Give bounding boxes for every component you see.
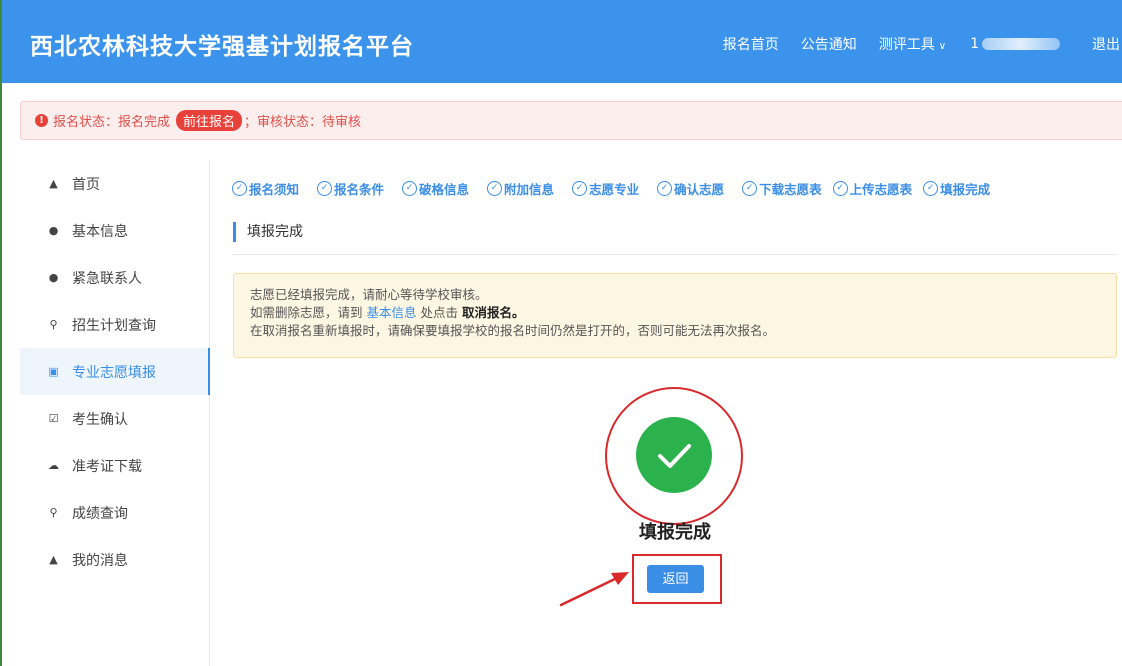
success-text: 填报完成 <box>639 522 711 543</box>
section-title: 填报完成 <box>233 222 303 242</box>
sidebar-item-basic-info[interactable]: ● 基本信息 <box>20 207 209 254</box>
sidebar-item-label: 紧急联系人 <box>72 270 142 287</box>
notice-line-2-text: 如需删除志愿，请到 <box>250 305 367 320</box>
user-name[interactable]: 1 <box>970 36 1060 52</box>
sidebar-item-messages[interactable]: ▲ 我的消息 <box>20 536 209 583</box>
notice-line-2-text: 处点击 <box>416 305 462 320</box>
sidebar-item-home[interactable]: ▲ 首页 <box>20 160 209 207</box>
step-label: 确认志愿 <box>674 181 725 197</box>
user-icon: ● <box>48 271 59 284</box>
step-item: ✓ 确认志愿 <box>657 179 724 198</box>
sidebar-item-admission-ticket[interactable]: ☁ 准考证下载 <box>20 442 209 489</box>
success-check-icon <box>636 417 712 493</box>
step-item: ✓ 上传志愿表 <box>832 179 913 198</box>
check-circle-icon: ✓ <box>657 180 673 196</box>
nav-tools-dropdown[interactable]: 测评工具 ∨ <box>879 34 946 54</box>
alert-icon: ! <box>35 114 48 127</box>
check-circle-icon: ✓ <box>317 180 333 196</box>
step-label: 破格信息 <box>419 181 470 197</box>
sidebar-item-plan-query[interactable]: ⚲ 招生计划查询 <box>20 301 209 348</box>
logout-link[interactable]: 退出 <box>1092 34 1120 54</box>
sidebar-item-label: 成绩查询 <box>72 505 128 522</box>
go-register-button[interactable]: 前往报名 <box>176 110 243 131</box>
check-circle-icon: ✓ <box>742 180 758 196</box>
nav-home-link[interactable]: 报名首页 <box>723 34 779 54</box>
sidebar-item-label: 准考证下载 <box>72 458 142 475</box>
step-item: ✓ 报名条件 <box>317 179 384 198</box>
step-item: ✓ 报名须知 <box>232 179 299 198</box>
annotation-arrow-icon <box>559 572 629 607</box>
sidebar-item-label: 首页 <box>72 176 100 193</box>
search-icon: ⚲ <box>49 506 58 519</box>
check-circle-icon: ✓ <box>572 180 588 196</box>
checkbox-icon: ☑ <box>48 412 59 425</box>
search-icon: ⚲ <box>49 318 58 331</box>
sidebar: ▲ 首页 ● 基本信息 ● 紧急联系人 ⚲ 招生计划查询 ▣ 专业志愿填报 ☑ … <box>20 160 210 666</box>
cancel-registration-text: 取消报名。 <box>461 305 525 320</box>
sidebar-item-label: 专业志愿填报 <box>72 364 156 381</box>
step-label: 填报完成 <box>940 181 991 197</box>
check-circle-icon: ✓ <box>487 180 503 196</box>
sidebar-item-label: 招生计划查询 <box>72 317 156 334</box>
step-item: ✓ 填报完成 <box>923 179 990 198</box>
home-icon: ▲ <box>49 177 58 190</box>
step-item: ✓ 下载志愿表 <box>742 179 822 198</box>
progress-steps: ✓ 报名须知 ✓ 报名条件 ✓ 破格信息 ✓ 附加信息 ✓ 志愿专业 ✓ 确认志愿 ✓ 下载志… <box>232 178 1122 198</box>
step-item: ✓ 破格信息 <box>402 179 469 198</box>
back-button[interactable]: 返回 <box>647 565 704 593</box>
notice-box: 志愿已经填报完成，请耐心等待学校审核。 如需删除志愿，请到 基本信息 处点击 取… <box>233 273 1117 358</box>
status-label: 报名状态：报名完成 <box>53 115 171 130</box>
check-circle-icon: ✓ <box>832 180 848 196</box>
cloud-icon: ☁ <box>48 459 59 472</box>
user-name-prefix: 1 <box>970 36 979 52</box>
step-label: 志愿专业 <box>589 181 640 197</box>
step-label: 报名须知 <box>249 181 300 197</box>
top-header: 西北农林科技大学强基计划报名平台 报名首页 公告通知 测评工具 ∨ 1 退出 <box>2 0 1122 83</box>
sidebar-item-label: 考生确认 <box>72 411 128 428</box>
status-alert: ! 报名状态：报名完成 前往报名 ；审核状态：待审核 <box>20 101 1122 140</box>
sidebar-item-candidate-confirm[interactable]: ☑ 考生确认 <box>20 395 209 442</box>
sidebar-item-emergency-contact[interactable]: ● 紧急联系人 <box>20 254 209 301</box>
section-divider <box>233 254 1117 255</box>
step-label: 附加信息 <box>504 181 555 197</box>
step-label: 上传志愿表 <box>849 181 913 197</box>
step-item: ✓ 附加信息 <box>487 179 554 198</box>
step-label: 报名条件 <box>334 181 385 197</box>
nav-tools-label: 测评工具 <box>878 37 935 53</box>
sidebar-item-label: 我的消息 <box>72 552 128 569</box>
review-status: ；审核状态：待审核 <box>244 115 362 130</box>
sidebar-item-major-application[interactable]: ▣ 专业志愿填报 <box>20 348 210 395</box>
step-item: ✓ 志愿专业 <box>572 179 639 198</box>
step-label: 下载志愿表 <box>759 181 822 197</box>
notice-line-2: 如需删除志愿，请到 基本信息 处点击 取消报名。 <box>250 304 1116 322</box>
notice-line-3: 在取消报名重新填报时，请确保要填报学校的报名时间仍然是打开的，否则可能无法再次报… <box>250 323 776 338</box>
check-circle-icon: ✓ <box>402 180 418 196</box>
basic-info-link[interactable]: 基本信息 <box>366 305 416 320</box>
nav-notice-link[interactable]: 公告通知 <box>801 34 857 54</box>
user-icon: ● <box>48 224 59 237</box>
check-circle-icon: ✓ <box>923 180 939 196</box>
site-title: 西北农林科技大学强基计划报名平台 <box>30 34 414 60</box>
bell-icon: ▲ <box>49 553 58 566</box>
chevron-down-icon: ∨ <box>938 41 947 52</box>
sidebar-item-label: 基本信息 <box>72 223 128 240</box>
sidebar-item-score-query[interactable]: ⚲ 成绩查询 <box>20 489 209 536</box>
check-circle-icon: ✓ <box>232 180 247 196</box>
top-nav: 报名首页 公告通知 测评工具 ∨ 1 退出 <box>723 34 1122 54</box>
notice-line-1: 志愿已经填报完成，请耐心等待学校审核。 <box>250 287 488 302</box>
redacted-user-name <box>982 38 1060 50</box>
form-icon: ▣ <box>48 365 59 378</box>
